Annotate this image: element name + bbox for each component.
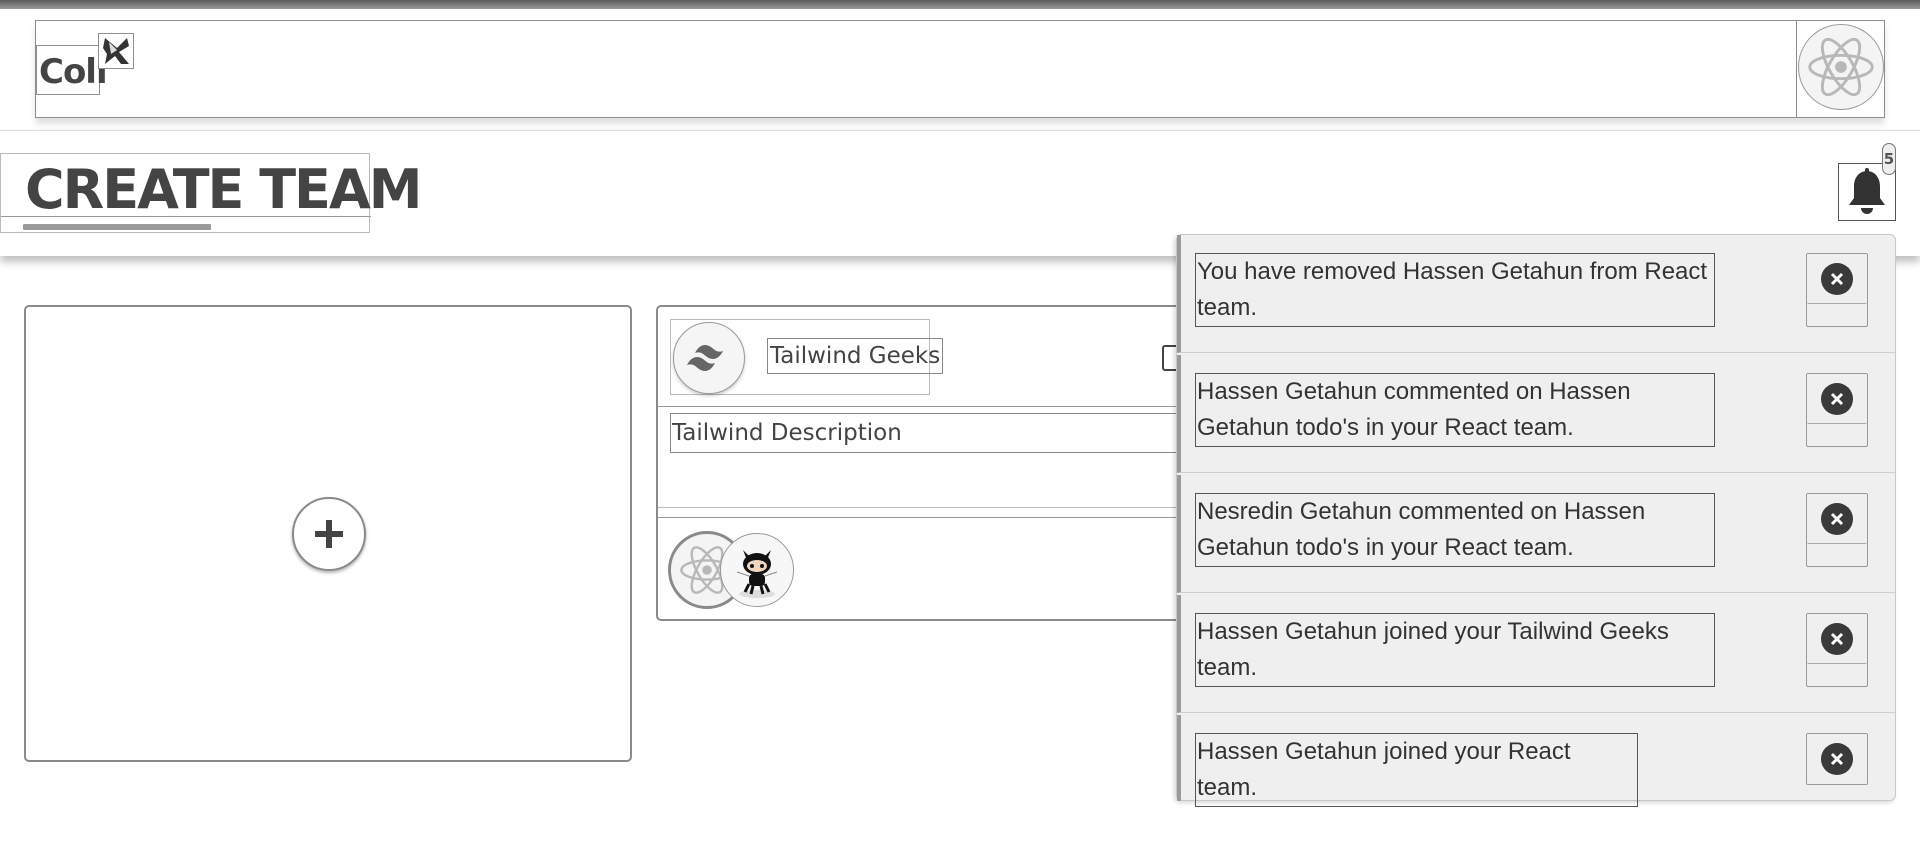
notification-item[interactable]: Hassen Getahun commented on Hassen Getah…: [1177, 355, 1895, 473]
close-icon: [1821, 622, 1853, 655]
add-team-button[interactable]: [292, 497, 366, 571]
close-icon: [1821, 262, 1853, 295]
page-title: CREATE TEAM: [25, 158, 422, 221]
notification-count-badge: 5: [1882, 143, 1896, 175]
divider: [658, 507, 1214, 508]
member-avatar-github[interactable]: [720, 533, 794, 607]
dismiss-notification-button[interactable]: [1806, 733, 1868, 785]
plus-icon: [315, 520, 343, 548]
team-name: Tailwind Geeks: [767, 338, 944, 374]
dismiss-notification-button[interactable]: [1806, 373, 1868, 447]
divider: [658, 406, 1214, 407]
divider: [658, 517, 1214, 518]
notifications-panel: You have removed Hassen Getahun from Rea…: [1176, 234, 1896, 807]
title-underline: [23, 224, 211, 230]
notification-text: Hassen Getahun commented on Hassen Getah…: [1195, 373, 1715, 447]
top-strip: [0, 0, 1920, 9]
bell-icon: [1849, 168, 1885, 214]
logo-mark-icon: [98, 33, 134, 69]
team-card-header: Tailwind Geeks: [670, 319, 944, 395]
logo[interactable]: Coli: [36, 45, 108, 95]
team-card[interactable]: Tailwind Geeks Tailwind Description: [656, 305, 1216, 621]
logo-text: Coli: [39, 52, 108, 92]
react-icon: [1798, 24, 1884, 110]
title-divider: [1, 216, 371, 217]
create-team-card[interactable]: [24, 305, 632, 762]
dismiss-notification-button[interactable]: [1806, 493, 1868, 567]
user-avatar[interactable]: [1796, 21, 1884, 117]
team-description: Tailwind Description: [670, 413, 1210, 453]
close-icon: [1821, 743, 1853, 775]
close-icon: [1821, 502, 1853, 535]
notification-text: You have removed Hassen Getahun from Rea…: [1195, 253, 1715, 327]
dismiss-notification-button[interactable]: [1806, 613, 1868, 687]
notification-item[interactable]: Hassen Getahun joined your React team.: [1177, 715, 1895, 807]
dismiss-notification-button[interactable]: [1806, 253, 1868, 327]
page-title-box: CREATE TEAM: [0, 153, 422, 233]
notification-item[interactable]: Hassen Getahun joined your Tailwind Geek…: [1177, 595, 1895, 713]
github-octocat-icon: [736, 550, 778, 598]
notification-text: Hassen Getahun joined your React team.: [1195, 733, 1638, 807]
notification-item[interactable]: You have removed Hassen Getahun from Rea…: [1177, 235, 1895, 353]
close-icon: [1821, 382, 1853, 415]
notification-text: Hassen Getahun joined your Tailwind Geek…: [1195, 613, 1715, 687]
app-header: Coli: [35, 20, 1885, 118]
tailwind-icon: [673, 322, 745, 394]
notification-item[interactable]: Nesredin Getahun commented on Hassen Get…: [1177, 475, 1895, 593]
notification-text: Nesredin Getahun commented on Hassen Get…: [1195, 493, 1715, 567]
